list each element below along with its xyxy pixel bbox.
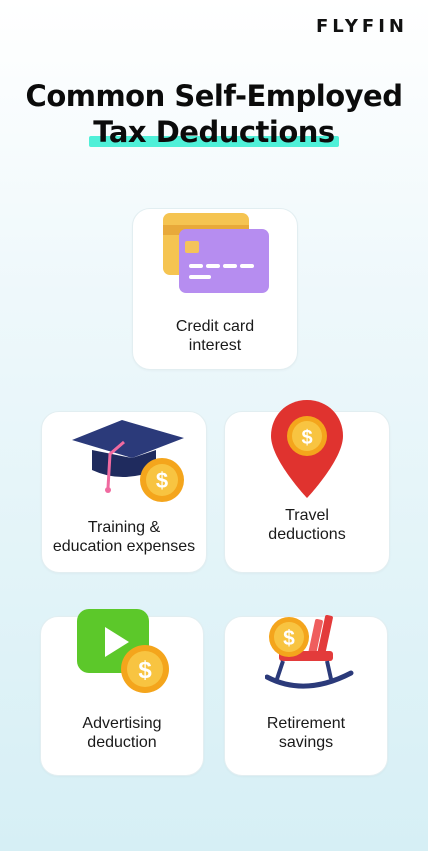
card-label-line-1: Training &	[87, 519, 161, 536]
svg-text:$: $	[138, 657, 152, 684]
card-credit-card-interest: Credit card interest	[132, 208, 298, 370]
card-label-line-2: deductions	[268, 526, 346, 543]
credit-card-icon	[163, 213, 269, 293]
card-label-line-1: Advertising	[82, 715, 162, 732]
card-label-line-2: education expenses	[52, 538, 196, 555]
graduation-cap-icon: $	[72, 420, 184, 502]
card-training-education: $ Training & education expenses	[41, 411, 207, 573]
card-label-line-1: Credit card	[175, 318, 255, 335]
card-label-line-2: savings	[278, 734, 334, 751]
card-label-line-1: Retirement	[266, 715, 346, 732]
title-line-1: Common Self-Employed	[25, 79, 403, 113]
card-label-line-1: Travel	[285, 507, 329, 524]
flyfin-logo: FLYFIN	[315, 16, 408, 37]
page-title: Common Self-Employed Tax Deductions	[0, 78, 428, 150]
card-travel-deductions: $ Travel deductions	[224, 400, 390, 573]
card-label-line-2: deduction	[87, 734, 157, 751]
title-line-2: Tax Deductions	[89, 115, 340, 149]
location-pin-icon: $	[271, 400, 343, 498]
svg-text:$: $	[156, 468, 168, 493]
card-retirement-savings: $ Retirement savings	[224, 614, 388, 776]
play-button-icon: $	[77, 609, 169, 693]
card-label-line-2: interest	[188, 337, 242, 354]
svg-text:$: $	[301, 427, 312, 449]
card-advertising-deduction: $ Advertising deduction	[40, 609, 204, 776]
rocking-chair-icon: $	[265, 614, 354, 689]
svg-text:$: $	[283, 627, 295, 650]
